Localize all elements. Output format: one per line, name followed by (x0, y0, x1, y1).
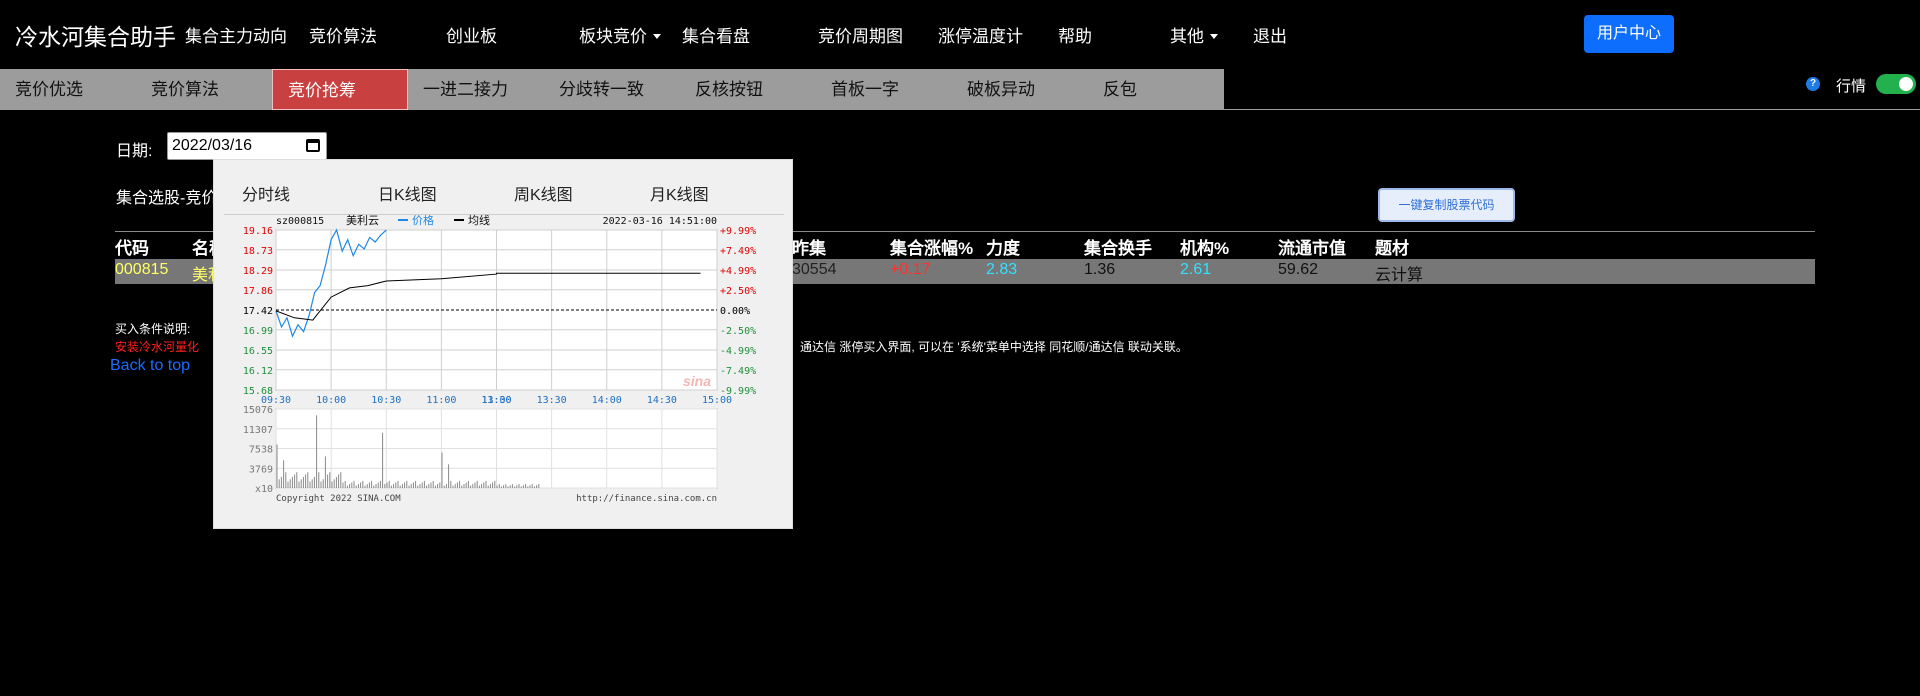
cell-pct: +0.17 (890, 261, 931, 278)
nav-item-thermometer[interactable]: 涨停温度计 (938, 22, 1023, 47)
top-navbar: 冷水河集合助手 集合主力动向 竞价算法 创业板 板块竞价 集合看盘 竞价周期图 … (0, 0, 1920, 66)
y-tick-label: 16.99 (243, 326, 273, 337)
col-strength[interactable]: 力度 (986, 234, 1020, 259)
tab-auction-grab[interactable]: 竞价抢筹 (272, 69, 408, 110)
y-tick-label-pct: -7.49% (720, 366, 756, 377)
tab-reverse-nuke[interactable]: 反核按钮 (680, 69, 816, 110)
y-tick-label-pct: 0.00% (720, 306, 750, 317)
x-tick-label: 13:00 (481, 395, 511, 406)
stock-chart-popup: 分时线 日K线图 周K线图 月K线图 09:30 10:00 10:30 11:00 1… (213, 159, 793, 529)
y-tick-label-pct: -4.99% (720, 346, 756, 357)
brand-title[interactable]: 冷水河集合助手 (15, 18, 176, 52)
cell-code[interactable]: 000815 (115, 261, 168, 279)
nav-item-logout[interactable]: 退出 (1253, 22, 1287, 47)
volume-tick-label: x10 (255, 484, 273, 495)
help-icon[interactable]: ? (1806, 77, 1820, 91)
col-turnover[interactable]: 集合换手 (1084, 234, 1152, 259)
tab-one-to-two[interactable]: 一进二接力 (408, 69, 544, 110)
col-prev[interactable]: 昨集 (792, 234, 826, 259)
col-topic[interactable]: 题材 (1375, 234, 1409, 259)
quote-toggle-label: 行情 (1836, 78, 1867, 95)
nav-item-main-flow[interactable]: 集合主力动向 (185, 22, 287, 47)
sina-watermark: sina (683, 373, 711, 389)
cell-inst: 2.61 (1180, 261, 1212, 278)
y-tick-label: 17.86 (243, 286, 273, 297)
tab-auction-algo[interactable]: 竞价算法 (136, 69, 272, 110)
quote-toggle[interactable] (1876, 74, 1916, 94)
volume-tick-label: 15076 (243, 405, 273, 416)
nav-item-cycle-chart[interactable]: 竞价周期图 (818, 22, 903, 47)
date-value: 2022/03/16 (172, 137, 253, 154)
x-tick-label: 13:30 (537, 395, 567, 406)
install-note: 安装冷水河量化 (115, 340, 200, 354)
cell-strength: 2.83 (986, 261, 1018, 278)
y-tick-label-pct: -2.50% (720, 326, 756, 337)
copy-codes-button[interactable]: 一键复制股票代码 (1378, 188, 1515, 222)
tab-reverse-pack[interactable]: 反包 (1088, 69, 1224, 110)
chart-symbol: sz000815 (276, 216, 324, 227)
nav-item-label: 板块竞价 (579, 27, 647, 46)
tab-bar: 竞价优选 竞价算法 竞价抢筹 一进二接力 分歧转一致 反核按钮 首板一字 破板异… (0, 69, 1224, 110)
nav-item-sector-auction[interactable]: 板块竞价 (579, 22, 661, 47)
legend-avg: 均线 (468, 213, 490, 227)
y-tick-label-pct: -9.99% (720, 386, 756, 397)
back-to-top-link[interactable]: Back to top (110, 357, 190, 375)
user-center-button[interactable]: 用户中心 (1584, 15, 1674, 53)
y-tick-label: 18.73 (243, 246, 273, 257)
install-note-detail: 通达信 涨停买入界面, 可以在 '系统'菜单中选择 同花顺/通达信 联动关联。 (800, 340, 1188, 354)
y-tick-label: 16.12 (243, 366, 273, 377)
chevron-down-icon (1210, 34, 1218, 39)
tab-divergence[interactable]: 分歧转一致 (544, 69, 680, 110)
intraday-chart: 09:30 10:00 10:30 11:00 11:3013:00 13:30 14:00… (243, 213, 756, 504)
legend-price: 价格 (412, 213, 434, 227)
volume-tick-label: 3769 (249, 464, 273, 475)
nav-item-auction-algo[interactable]: 竞价算法 (309, 22, 377, 47)
cell-prev: 30554 (792, 261, 837, 278)
x-tick-label: 10:30 (371, 395, 401, 406)
tab-auction-select[interactable]: 竞价优选 (0, 69, 136, 110)
col-pct[interactable]: 集合涨幅% (890, 234, 973, 259)
nav-item-help[interactable]: 帮助 (1058, 22, 1092, 47)
date-label: 日期: (116, 143, 153, 160)
col-mktcap[interactable]: 流通市值 (1278, 234, 1346, 259)
chart-datetime: 2022-03-16 14:51:00 (603, 216, 717, 227)
cell-mktcap: 59.62 (1278, 261, 1319, 278)
y-tick-label-pct: +4.99% (720, 266, 756, 277)
x-tick-label: 14:00 (592, 395, 622, 406)
y-tick-label: 19.16 (243, 226, 273, 237)
tab-underline (1224, 109, 1920, 110)
y-tick-label: 16.55 (243, 346, 273, 357)
chart-copyright: Copyright 2022 SINA.COM (276, 494, 401, 504)
y-tick-label: 17.42 (243, 306, 273, 317)
cell-turnover: 1.36 (1084, 261, 1116, 278)
y-tick-label: 18.29 (243, 266, 273, 277)
calendar-icon[interactable] (306, 139, 320, 152)
buy-condition-note: 买入条件说明: (115, 322, 191, 336)
chart-source-url: http://finance.sina.com.cn (576, 494, 717, 504)
tab-first-board[interactable]: 首板一字 (816, 69, 952, 110)
x-tick-label: 14:30 (647, 395, 677, 406)
col-code[interactable]: 代码 (115, 234, 149, 259)
y-tick-label-pct: +2.50% (720, 286, 756, 297)
nav-item-label: 其他 (1170, 27, 1204, 46)
toggle-knob (1899, 77, 1913, 91)
cell-topic: 云计算 (1375, 267, 1424, 284)
tab-break-board[interactable]: 破板异动 (952, 69, 1088, 110)
date-input[interactable]: 2022/03/16 (167, 132, 327, 160)
x-tick-label: 11:00 (426, 395, 456, 406)
y-tick-label-pct: +7.49% (720, 246, 756, 257)
nav-item-gem-board[interactable]: 创业板 (446, 22, 497, 47)
y-tick-label: 15.68 (243, 386, 273, 397)
col-inst[interactable]: 机构% (1180, 234, 1229, 259)
x-tick-label: 10:00 (316, 395, 346, 406)
y-tick-label-pct: +9.99% (720, 226, 756, 237)
nav-item-auction-watch[interactable]: 集合看盘 (682, 22, 750, 47)
section-title: 集合选股-竞价 (116, 190, 218, 207)
nav-item-other[interactable]: 其他 (1170, 22, 1218, 47)
chart-stock-name: 美利云 (346, 214, 379, 227)
volume-tick-label: 11307 (243, 425, 273, 436)
chevron-down-icon (653, 34, 661, 39)
volume-tick-label: 7538 (249, 445, 273, 456)
